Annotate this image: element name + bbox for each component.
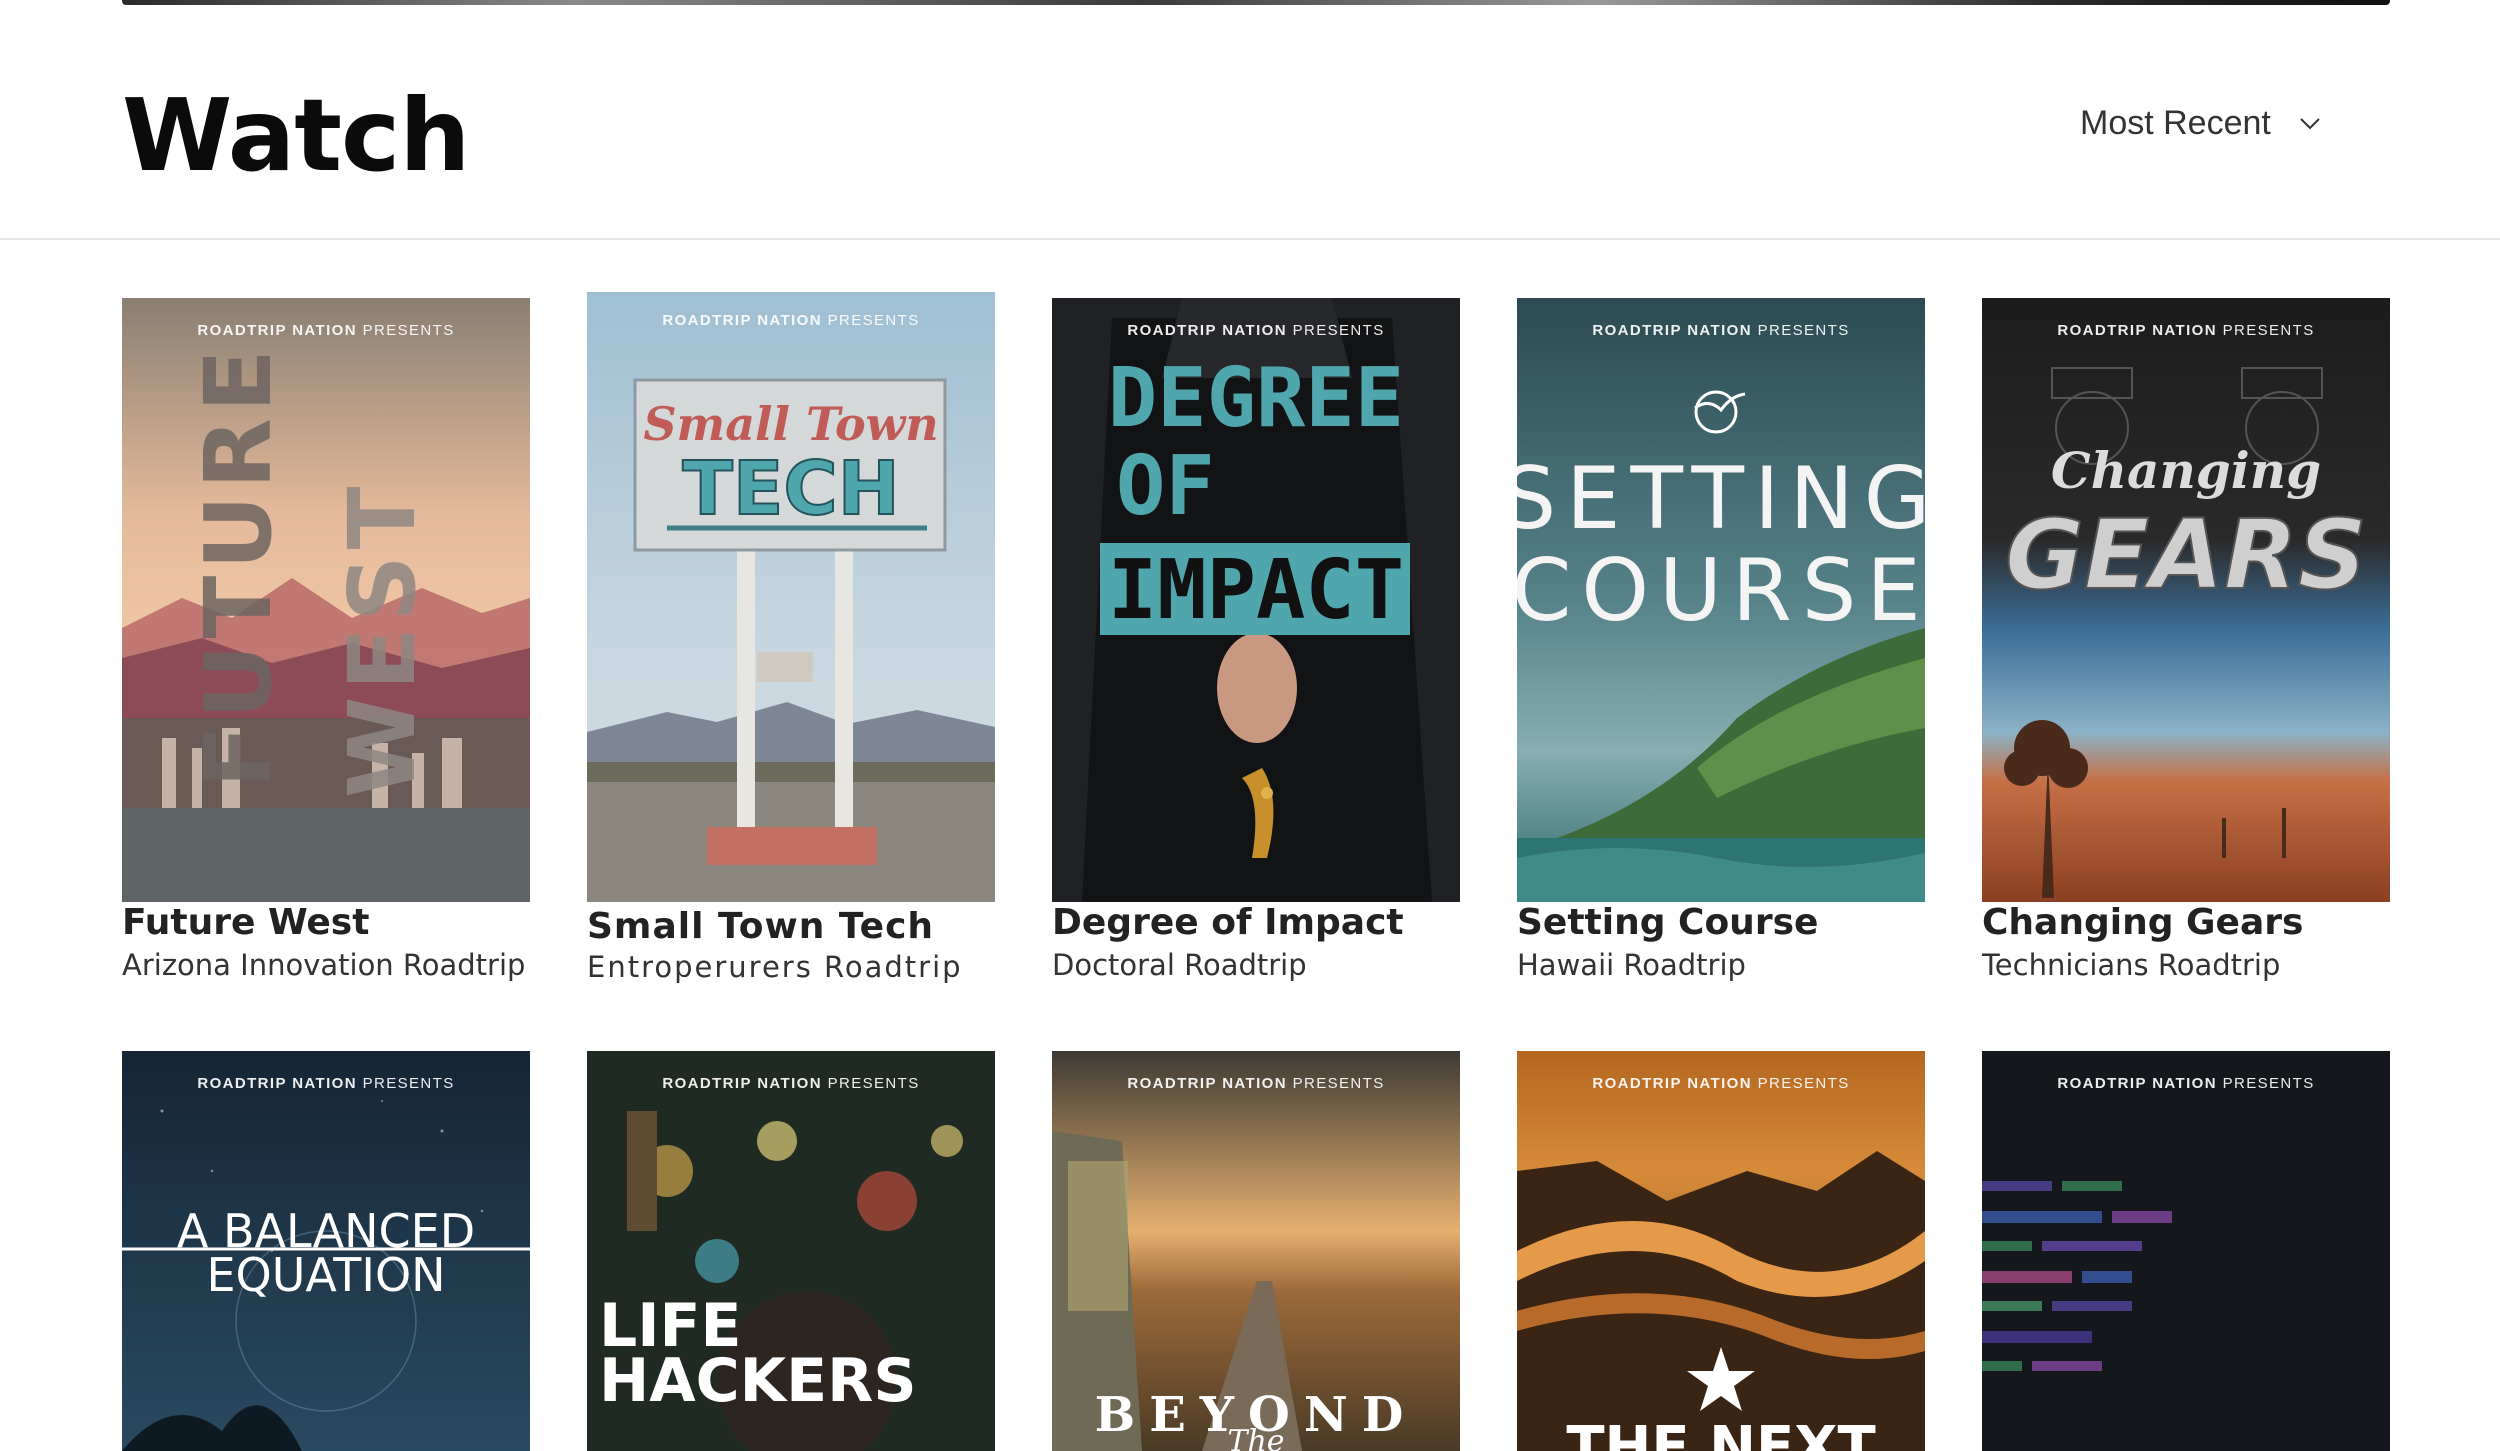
card-title[interactable]: Degree of Impact [1052, 902, 1404, 943]
episode-card-beyond-the[interactable]: BEYOND The ROADTRIP NATION PRESENTS [1052, 1051, 1460, 1451]
poster-title-text: Changing GEARS [2004, 441, 2368, 612]
episode-card-degree-of-impact[interactable]: DEGREE OF IMPACT ROADTRIP NATION PRESENT… [1052, 298, 1460, 982]
poster-art: SETTING COURSE [1517, 298, 1925, 902]
episode-card-changing-gears[interactable]: Changing GEARS ROADTRIP NATION PRESENTS … [1982, 298, 2390, 982]
svg-text:DEGREE: DEGREE [1108, 351, 1404, 446]
poster-setting-course[interactable]: SETTING COURSE ROADTRIP NATION PRESENTS [1517, 298, 1925, 902]
svg-text:TECH: TECH [682, 446, 899, 532]
poster-the-next[interactable]: THE NEXT ROADTRIP NATION PRESENTS [1517, 1051, 1925, 1451]
poster-small-town-tech[interactable]: Small Town TECH ROADTRIP NATION PRESENTS [587, 292, 995, 902]
poster-brand: ROADTRIP NATION PRESENTS [1127, 1075, 1385, 1092]
poster-art: FUTURE WEST [122, 298, 530, 902]
poster-art: A BALANCED EQUATION [122, 1051, 530, 1451]
poster-life-hackers[interactable]: LIFE HACKERS ROADTRIP NATION PRESENTS [587, 1051, 995, 1451]
sort-dropdown[interactable]: Most Recent [2080, 104, 2321, 143]
card-title[interactable]: Small Town Tech [587, 906, 934, 947]
poster-art: THE NEXT [1517, 1051, 1925, 1451]
chevron-down-icon [2300, 117, 2320, 129]
poster-brand: ROADTRIP NATION PRESENTS [1592, 322, 1850, 339]
svg-text:EQUATION: EQUATION [206, 1248, 445, 1302]
poster-art: DEGREE OF IMPACT [1052, 298, 1460, 902]
poster-brand: ROADTRIP NATION PRESENTS [1592, 1075, 1850, 1092]
svg-text:OF: OF [1116, 439, 1215, 534]
header-divider [0, 238, 2500, 240]
poster-art: Changing GEARS [1982, 298, 2390, 902]
card-title[interactable]: Changing Gears [1982, 902, 2303, 943]
poster-future-west[interactable]: FUTURE WEST ROADTRIP NATION PRESENTS [122, 298, 530, 902]
poster-brand: ROADTRIP NATION PRESENTS [197, 322, 455, 339]
episode-card-untitled[interactable]: ROADTRIP NATION PRESENTS [1982, 1051, 2390, 1451]
svg-text:Changing: Changing [2051, 441, 2321, 500]
poster-beyond-the[interactable]: BEYOND The ROADTRIP NATION PRESENTS [1052, 1051, 1460, 1451]
poster-a-balanced-equation[interactable]: A BALANCED EQUATION ROADTRIP NATION PRES… [122, 1051, 530, 1451]
poster-title-text: SETTING COURSE [1517, 449, 1925, 641]
poster-art: LIFE HACKERS [587, 1051, 995, 1451]
svg-text:WEST: WEST [329, 481, 436, 798]
card-subtitle: Hawaii Roadtrip [1517, 948, 1746, 982]
sort-label: Most Recent [2080, 104, 2271, 142]
poster-code[interactable]: ROADTRIP NATION PRESENTS [1982, 1051, 2390, 1451]
poster-brand: ROADTRIP NATION PRESENTS [1127, 322, 1385, 339]
poster-brand: ROADTRIP NATION PRESENTS [662, 1075, 920, 1092]
card-subtitle: Entroperurers Roadtrip [587, 950, 963, 984]
episode-card-the-next[interactable]: THE NEXT ROADTRIP NATION PRESENTS [1517, 1051, 1925, 1451]
card-subtitle: Doctoral Roadtrip [1052, 948, 1307, 982]
poster-brand: ROADTRIP NATION PRESENTS [2057, 322, 2315, 339]
poster-art: Small Town TECH [587, 292, 995, 902]
poster-art: BEYOND The [1052, 1051, 1460, 1451]
svg-text:The: The [1227, 1424, 1284, 1451]
card-subtitle: Arizona Innovation Roadtrip [122, 948, 526, 982]
poster-changing-gears[interactable]: Changing GEARS ROADTRIP NATION PRESENTS [1982, 298, 2390, 902]
page-title: Watch [122, 77, 470, 194]
poster-title-text: Small Town TECH [643, 397, 938, 533]
poster-degree-of-impact[interactable]: DEGREE OF IMPACT ROADTRIP NATION PRESENT… [1052, 298, 1460, 902]
top-image-strip [122, 0, 2390, 5]
episode-card-life-hackers[interactable]: LIFE HACKERS ROADTRIP NATION PRESENTS [587, 1051, 995, 1451]
card-title[interactable]: Setting Course [1517, 902, 1818, 943]
card-title[interactable]: Future West [122, 902, 369, 943]
episode-card-future-west[interactable]: FUTURE WEST ROADTRIP NATION PRESENTS Fut… [122, 298, 530, 982]
svg-text:HACKERS: HACKERS [599, 1346, 917, 1416]
svg-text:GEARS: GEARS [2005, 499, 2367, 611]
poster-brand: ROADTRIP NATION PRESENTS [197, 1075, 455, 1092]
svg-text:SETTING: SETTING [1517, 449, 1925, 549]
poster-brand: ROADTRIP NATION PRESENTS [662, 312, 920, 329]
svg-text:COURSE: COURSE [1517, 541, 1925, 641]
poster-brand: ROADTRIP NATION PRESENTS [2057, 1075, 2315, 1092]
episode-card-small-town-tech[interactable]: Small Town TECH ROADTRIP NATION PRESENTS… [587, 292, 995, 984]
poster-title-text: A BALANCED EQUATION [177, 1204, 475, 1302]
svg-text:Small Town: Small Town [643, 397, 938, 451]
card-subtitle: Technicians Roadtrip [1982, 948, 2281, 982]
episode-card-setting-course[interactable]: SETTING COURSE ROADTRIP NATION PRESENTS … [1517, 298, 1925, 982]
svg-text:FUTURE: FUTURE [185, 343, 292, 788]
episode-card-a-balanced-equation[interactable]: A BALANCED EQUATION ROADTRIP NATION PRES… [122, 1051, 530, 1451]
svg-text:IMPACT: IMPACT [1108, 543, 1404, 638]
poster-art [1982, 1051, 2390, 1451]
